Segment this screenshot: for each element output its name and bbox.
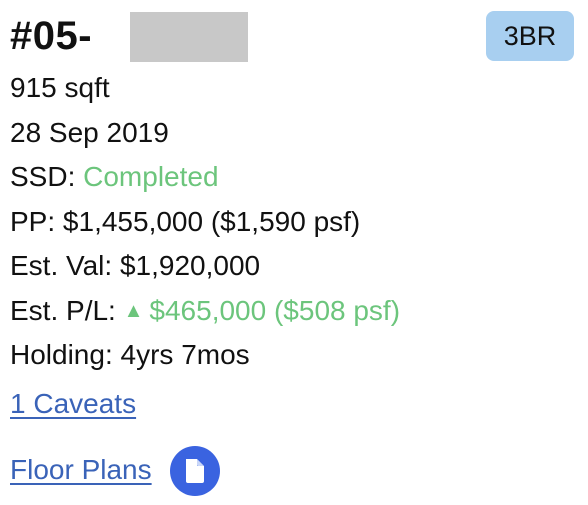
floor-plans-row: Floor Plans <box>10 445 578 496</box>
est-val-value: $1,920,000 <box>119 250 261 281</box>
holding-value: 4yrs 7mos <box>120 339 250 370</box>
title-row: #05- 3BR <box>10 8 578 66</box>
holding-label: Holding: <box>10 339 121 370</box>
est-val-label: Est. Val: <box>10 250 120 281</box>
unit-number: #05- <box>10 14 93 58</box>
ssd-label: SSD: <box>10 161 84 192</box>
caveats-row: 1 Caveats <box>10 382 578 426</box>
area-text: 915 sqft <box>10 72 110 103</box>
date-text: 28 Sep 2019 <box>10 116 169 148</box>
est-pl-label: Est. P/L: <box>10 294 124 326</box>
bedroom-badge: 3BR <box>486 11 574 61</box>
redacted-unit-block <box>130 12 248 62</box>
ssd-value: Completed <box>83 161 219 192</box>
pp-value: $1,455,000 ($1,590 psf) <box>62 205 361 237</box>
est-pl-value: $465,000 ($508 psf) <box>149 294 401 326</box>
pp-row: PP: $1,455,000 ($1,590 psf) <box>10 200 578 245</box>
est-val-row: Est. Val: $1,920,000 <box>10 244 578 289</box>
up-triangle-icon: ▲ <box>123 299 144 322</box>
est-pl-row: Est. P/L: ▲ $465,000 ($508 psf) <box>10 289 578 334</box>
document-glyph <box>185 458 204 483</box>
holding-row: Holding: 4yrs 7mos <box>10 333 578 378</box>
ssd-row: SSD: Completed <box>10 155 578 200</box>
caveats-link[interactable]: 1 Caveats <box>10 388 136 419</box>
transaction-card: #05- 3BR 915 sqft 28 Sep 2019 SSD: Compl… <box>10 8 578 496</box>
floor-plans-link[interactable]: Floor Plans <box>10 448 152 493</box>
document-icon[interactable] <box>169 445 220 496</box>
pp-label: PP: <box>10 205 63 237</box>
